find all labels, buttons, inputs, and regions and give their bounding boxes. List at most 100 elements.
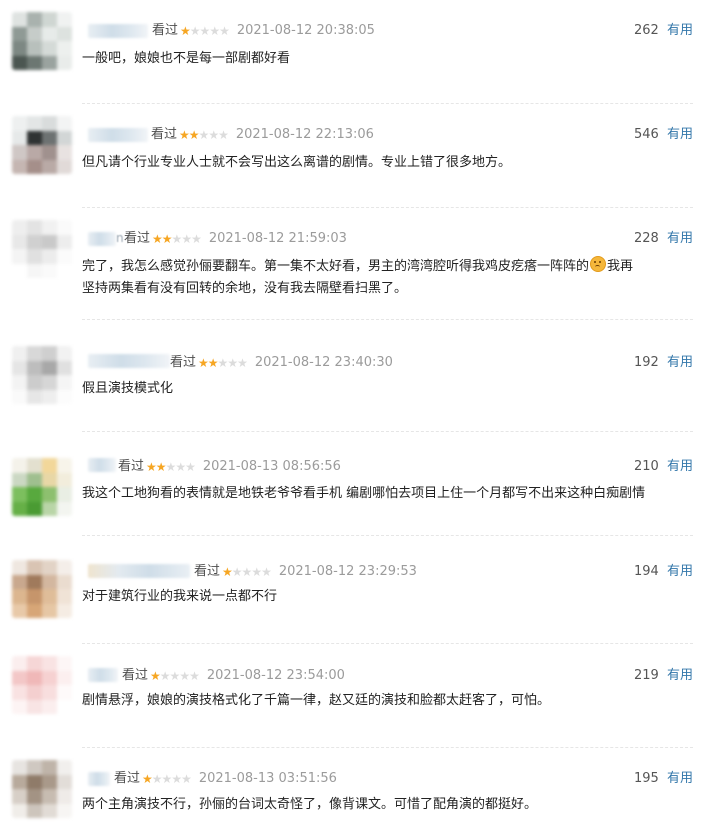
- username[interactable]: [88, 354, 170, 368]
- vote-area: 262 有用: [634, 23, 693, 39]
- vote-count: 228: [634, 231, 659, 246]
- username[interactable]: [88, 668, 118, 682]
- avatar[interactable]: [12, 560, 72, 618]
- username[interactable]: [88, 232, 116, 246]
- useful-button[interactable]: 有用: [667, 459, 693, 474]
- vote-count: 195: [634, 771, 659, 786]
- star-empty-icon: ★: [151, 772, 163, 786]
- star-filled-icon: ★: [146, 460, 157, 474]
- vote-area: 195 有用: [634, 771, 693, 787]
- watched-label: 看过: [151, 127, 178, 142]
- watched-label: 看过: [194, 564, 221, 579]
- star-filled-icon: ★: [222, 565, 233, 579]
- comment-item: 看过 ★ ★ ★ ★ ★ 2021-08-12 23:40:30 192 有用 假且演技…: [0, 320, 709, 432]
- star-filled-icon: ★: [188, 128, 200, 142]
- avatar[interactable]: [12, 656, 72, 714]
- watched-label: 看过: [122, 668, 149, 683]
- vote-area: 210 有用: [634, 459, 693, 475]
- avatar[interactable]: [12, 458, 72, 516]
- star-empty-icon: ★: [189, 24, 201, 38]
- star-empty-icon: ★: [209, 24, 220, 38]
- comment-meta: 看过 ★ ★ ★ ★ ★ 2021-08-13 08:56:56: [118, 459, 341, 475]
- vote-area: 219 有用: [634, 668, 693, 684]
- useful-button[interactable]: 有用: [667, 231, 693, 246]
- watched-label: 看过: [152, 23, 179, 38]
- avatar[interactable]: [12, 116, 72, 174]
- username[interactable]: [88, 458, 116, 472]
- vote-area: 546 有用: [634, 127, 693, 143]
- comment-item: n 看过 ★ ★ ★ ★ ★ 2021-08-12 21:59:03 228 有用 完了…: [0, 208, 709, 320]
- star-empty-icon: ★: [208, 128, 219, 142]
- star-empty-icon: ★: [219, 24, 230, 38]
- vote-count: 194: [634, 564, 659, 579]
- useful-button[interactable]: 有用: [667, 668, 693, 683]
- useful-button[interactable]: 有用: [667, 127, 693, 142]
- star-empty-icon: ★: [231, 565, 243, 579]
- star-empty-icon: ★: [165, 460, 177, 474]
- rating-stars: ★ ★ ★ ★ ★: [180, 23, 230, 39]
- watched-label: 看过: [124, 231, 151, 246]
- star-empty-icon: ★: [185, 460, 196, 474]
- star-empty-icon: ★: [217, 356, 229, 370]
- vote-count: 546: [634, 127, 659, 142]
- star-empty-icon: ★: [191, 232, 202, 246]
- comment-item: 看过 ★ ★ ★ ★ ★ 2021-08-12 23:54:00 219 有用 剧情悬浮…: [0, 640, 709, 748]
- comment-meta: 看过 ★ ★ ★ ★ ★ 2021-08-13 03:51:56: [114, 771, 337, 787]
- useful-button[interactable]: 有用: [667, 355, 693, 370]
- comment-item: 看过 ★ ★ ★ ★ ★ 2021-08-12 23:29:53 194 有用 对于建筑…: [0, 536, 709, 644]
- comment-time[interactable]: 2021-08-13 08:56:56: [203, 459, 341, 475]
- comment-content: 对于建筑行业的我来说一点都不行: [82, 589, 278, 604]
- comment-content: 我这个工地狗看的表情就是地铁老爷爷看手机 编剧哪怕去项目上住一个月都写不出来这种…: [82, 486, 646, 501]
- star-empty-icon: ★: [179, 669, 190, 683]
- vote-count: 210: [634, 459, 659, 474]
- watched-label: 看过: [118, 459, 145, 474]
- star-empty-icon: ★: [227, 356, 238, 370]
- sad-face-icon: [590, 256, 607, 272]
- rating-stars: ★ ★ ★ ★ ★: [198, 355, 248, 371]
- comment-text-part: 完了，我怎么感觉孙俪要翻车。第一集不太好看，男主的湾湾腔听得我鸡皮疙瘩一阵阵的: [82, 259, 590, 274]
- useful-button[interactable]: 有用: [667, 771, 693, 786]
- avatar[interactable]: [12, 346, 72, 404]
- comment-content: 假且演技模式化: [82, 381, 174, 396]
- comment-content: 两个主角演技不行，孙俪的台词太奇怪了，像背课文。可惜了配角演的都挺好。: [82, 797, 538, 812]
- vote-area: 228 有用: [634, 231, 693, 247]
- comment-meta: 看过 ★ ★ ★ ★ ★ 2021-08-12 23:29:53: [194, 564, 417, 580]
- rating-stars: ★ ★ ★ ★ ★: [142, 771, 192, 787]
- comment-item: 看过 ★ ★ ★ ★ ★ 2021-08-12 22:13:06 546 有用 但凡请个…: [0, 104, 709, 208]
- comment-content: 一般吧，娘娘也不是每一部剧都好看: [82, 51, 291, 66]
- comment-time[interactable]: 2021-08-12 22:13:06: [236, 127, 374, 143]
- star-empty-icon: ★: [189, 669, 200, 683]
- star-empty-icon: ★: [261, 565, 272, 579]
- comment-item: 看过 ★ ★ ★ ★ ★ 2021-08-12 20:38:05 262 有用 一般吧，…: [0, 0, 709, 104]
- comment-content: 剧情悬浮，娘娘的演技格式化了千篇一律，赵又廷的演技和脸都太赶客了，可怕。: [82, 693, 551, 708]
- username[interactable]: [88, 24, 148, 38]
- star-empty-icon: ★: [169, 669, 181, 683]
- star-empty-icon: ★: [218, 128, 229, 142]
- comment-meta: 看过 ★ ★ ★ ★ ★ 2021-08-12 20:38:05: [152, 23, 375, 39]
- avatar[interactable]: [12, 760, 72, 818]
- comment-time[interactable]: 2021-08-12 23:29:53: [279, 564, 417, 580]
- comment-time[interactable]: 2021-08-12 23:54:00: [207, 668, 345, 684]
- username-tail: n: [116, 231, 124, 245]
- username[interactable]: [88, 564, 190, 578]
- avatar[interactable]: [12, 12, 72, 70]
- avatar[interactable]: [12, 220, 72, 278]
- username[interactable]: [88, 128, 148, 142]
- comment-meta: 看过 ★ ★ ★ ★ ★ 2021-08-12 21:59:03: [124, 231, 347, 247]
- star-empty-icon: ★: [199, 24, 211, 38]
- star-filled-icon: ★: [150, 669, 161, 683]
- useful-button[interactable]: 有用: [667, 564, 693, 579]
- star-filled-icon: ★: [180, 24, 191, 38]
- star-empty-icon: ★: [181, 232, 192, 246]
- vote-area: 194 有用: [634, 564, 693, 580]
- username[interactable]: [88, 772, 110, 786]
- rating-stars: ★ ★ ★ ★ ★: [152, 231, 202, 247]
- comment-time[interactable]: 2021-08-12 23:40:30: [255, 355, 393, 371]
- comment-time[interactable]: 2021-08-12 21:59:03: [209, 231, 347, 247]
- vote-count: 262: [634, 23, 659, 38]
- comment-time[interactable]: 2021-08-12 20:38:05: [237, 23, 375, 39]
- star-empty-icon: ★: [181, 772, 192, 786]
- comment-time[interactable]: 2021-08-13 03:51:56: [199, 771, 337, 787]
- star-empty-icon: ★: [171, 232, 183, 246]
- useful-button[interactable]: 有用: [667, 23, 693, 38]
